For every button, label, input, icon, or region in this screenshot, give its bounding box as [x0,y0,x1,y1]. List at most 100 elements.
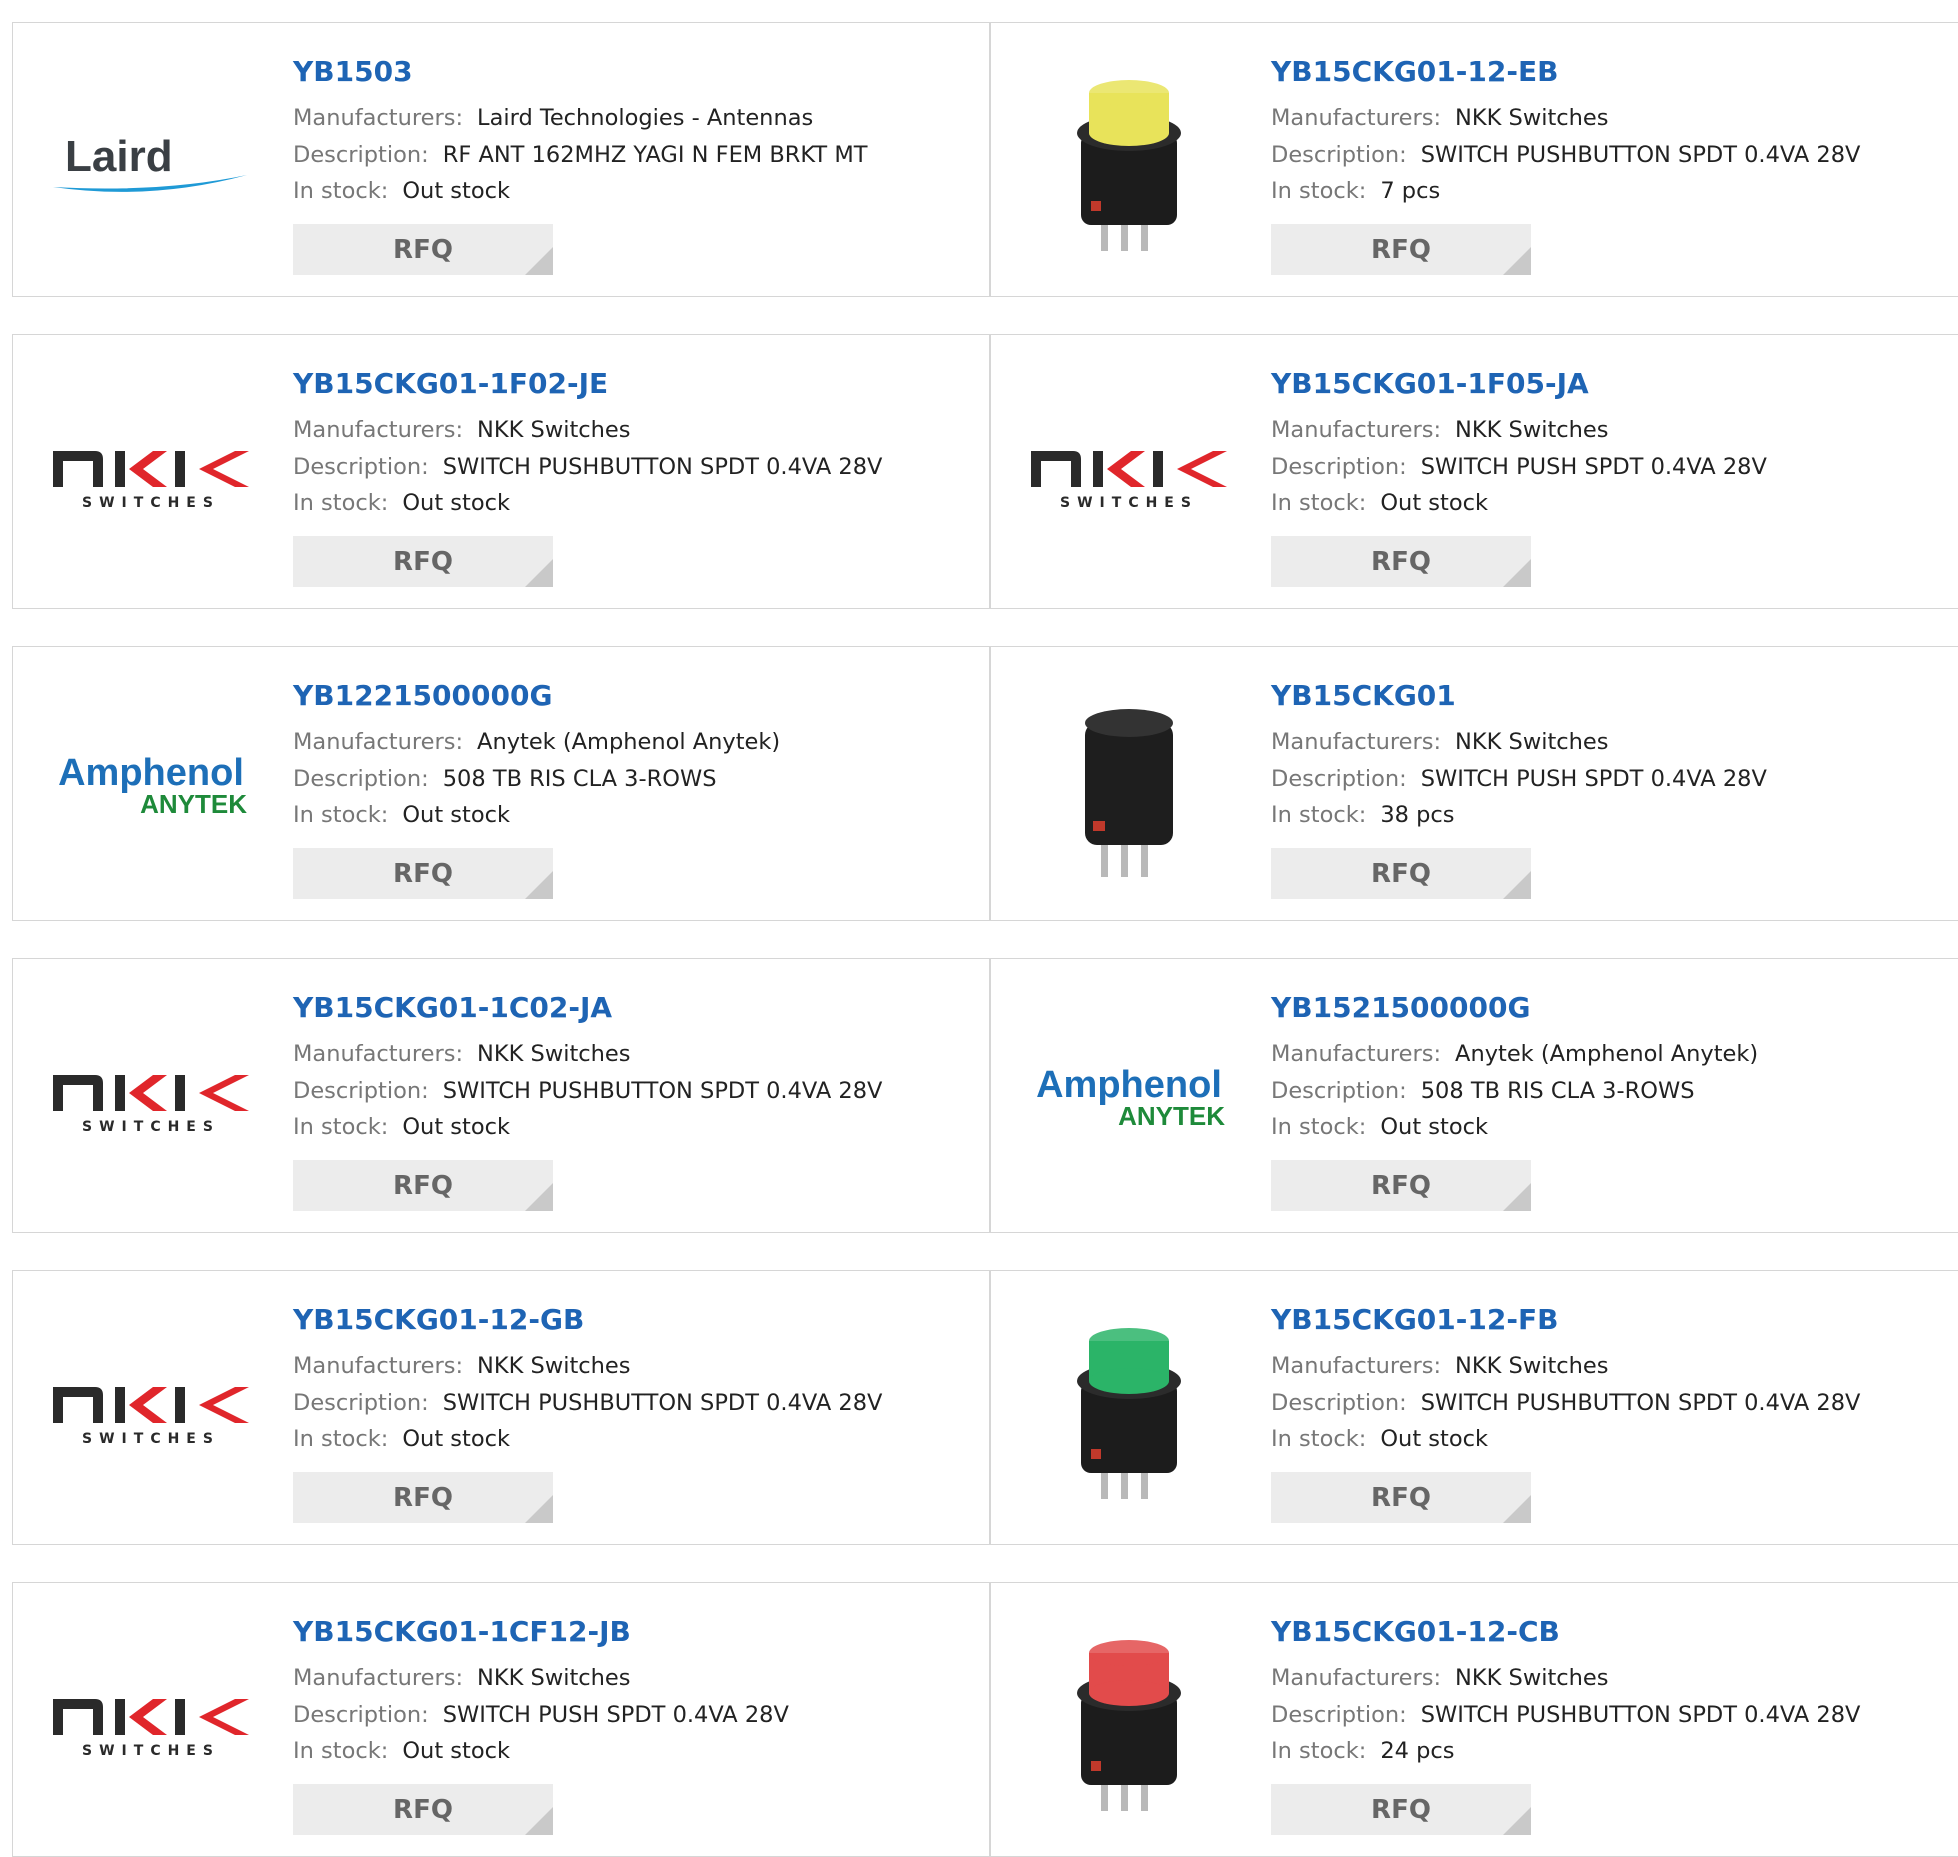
rfq-button[interactable]: RFQ [1271,536,1531,587]
laird-logo-text: Laird [65,132,173,181]
manufacturer-value: Anytek (Amphenol Anytek) [477,729,781,755]
rfq-label: RFQ [1371,1170,1431,1201]
product-image[interactable]: Laird [51,63,251,263]
part-number-link[interactable]: YB15CKG01-1CF12-JB [293,1615,631,1648]
rfq-button[interactable]: RFQ [293,1472,553,1523]
nkk-logo-text: SWITCHES [82,1431,220,1447]
rfq-button[interactable]: RFQ [293,1160,553,1211]
description-row: Description: 508 TB RIS CLA 3-ROWS [1271,1078,1694,1104]
product-image[interactable] [1029,687,1229,887]
part-number-link[interactable]: YB15CKG01 [1271,679,1456,712]
rfq-corner-decoration [1503,1183,1531,1211]
stock-label: In stock: [1271,178,1367,204]
rfq-button[interactable]: RFQ [1271,1784,1531,1835]
rfq-corner-decoration [525,871,553,899]
description-row: Description: 508 TB RIS CLA 3-ROWS [293,766,716,792]
manufacturer-row: Manufacturers: Anytek (Amphenol Anytek) [293,729,780,755]
product-image[interactable] [1029,1623,1229,1823]
rfq-button[interactable]: RFQ [1271,848,1531,899]
product-card: Amphenol ANYTEK YB1221500000G Manufacture… [12,646,990,921]
manufacturer-value: NKK Switches [1455,417,1609,443]
stock-value: Out stock [1380,1114,1488,1140]
rfq-label: RFQ [393,234,453,265]
description-label: Description: [1271,766,1407,792]
manufacturer-label: Manufacturers: [1271,1665,1442,1691]
description-label: Description: [1271,1078,1407,1104]
laird-logo: Laird [53,132,247,192]
nkk-logo: SWITCHES [53,1699,249,1759]
product-image[interactable]: Amphenol ANYTEK [51,687,251,887]
description-label: Description: [1271,142,1407,168]
product-image[interactable] [1029,1311,1229,1511]
description-row: Description: RF ANT 162MHZ YAGI N FEM BRK… [293,142,867,168]
description-row: Description: SWITCH PUSHBUTTON SPDT 0.4VA… [1271,1702,1860,1728]
manufacturer-value: NKK Switches [1455,1665,1609,1691]
product-image[interactable]: SWITCHES [51,999,251,1199]
manufacturer-row: Manufacturers: Laird Technologies - Anten… [293,105,813,131]
product-grid: Laird YB1503 Manufacturers: Laird Technol… [0,0,1958,1857]
nkk-logo-text: SWITCHES [1060,495,1198,511]
description-value: 508 TB RIS CLA 3-ROWS [1420,1078,1695,1104]
manufacturer-label: Manufacturers: [293,1353,464,1379]
part-number-link[interactable]: YB15CKG01-12-FB [1271,1303,1558,1336]
product-image[interactable] [1029,63,1229,263]
description-row: Description: SWITCH PUSHBUTTON SPDT 0.4VA… [293,1078,882,1104]
product-image[interactable]: SWITCHES [51,375,251,575]
part-number-link[interactable]: YB1221500000G [293,679,552,712]
part-number-link[interactable]: YB15CKG01-12-CB [1271,1615,1560,1648]
nkk-logo: SWITCHES [53,451,249,511]
description-value: RF ANT 162MHZ YAGI N FEM BRKT MT [442,142,868,168]
manufacturer-row: Manufacturers: NKK Switches [293,1041,631,1067]
part-number-link[interactable]: YB1521500000G [1271,991,1530,1024]
manufacturer-row: Manufacturers: NKK Switches [1271,1665,1609,1691]
part-number-link[interactable]: YB1503 [293,55,413,88]
manufacturer-row: Manufacturers: Anytek (Amphenol Anytek) [1271,1041,1758,1067]
stock-row: In stock: Out stock [293,1426,510,1452]
product-card: YB15CKG01-12-EB Manufacturers: NKK Switch… [990,22,1958,297]
part-number-link[interactable]: YB15CKG01-1F02-JE [293,367,608,400]
manufacturer-label: Manufacturers: [293,105,464,131]
manufacturer-label: Manufacturers: [1271,105,1442,131]
manufacturer-label: Manufacturers: [1271,1041,1442,1067]
stock-row: In stock: Out stock [293,1738,510,1764]
stock-value: Out stock [402,490,510,516]
product-image[interactable]: Amphenol ANYTEK [1029,999,1229,1199]
part-number-link[interactable]: YB15CKG01-12-GB [293,1303,584,1336]
rfq-button[interactable]: RFQ [293,848,553,899]
stock-row: In stock: Out stock [1271,490,1488,516]
product-image[interactable]: SWITCHES [1029,375,1229,575]
rfq-button[interactable]: RFQ [1271,224,1531,275]
rfq-label: RFQ [393,546,453,577]
rfq-button[interactable]: RFQ [293,536,553,587]
part-number-link[interactable]: YB15CKG01-1F05-JA [1271,367,1589,400]
rfq-label: RFQ [1371,1482,1431,1513]
product-image[interactable]: SWITCHES [51,1311,251,1511]
rfq-button[interactable]: RFQ [1271,1472,1531,1523]
product-card: SWITCHES YB15CKG01-1C02-JA Manufacturers… [12,958,990,1233]
rfq-button[interactable]: RFQ [1271,1160,1531,1211]
description-row: Description: SWITCH PUSHBUTTON SPDT 0.4VA… [293,1390,882,1416]
rfq-corner-decoration [1503,247,1531,275]
rfq-label: RFQ [1371,546,1431,577]
rfq-button[interactable]: RFQ [293,224,553,275]
stock-row: In stock: Out stock [293,490,510,516]
rfq-button[interactable]: RFQ [293,1784,553,1835]
description-label: Description: [293,454,429,480]
description-label: Description: [293,766,429,792]
manufacturer-row: Manufacturers: NKK Switches [1271,1353,1609,1379]
stock-value: Out stock [402,178,510,204]
description-value: SWITCH PUSHBUTTON SPDT 0.4VA 28V [1420,1390,1861,1416]
product-image[interactable]: SWITCHES [51,1623,251,1823]
stock-row: In stock: Out stock [293,1114,510,1140]
manufacturer-row: Manufacturers: NKK Switches [293,1665,631,1691]
manufacturer-label: Manufacturers: [293,1041,464,1067]
manufacturer-value: NKK Switches [477,1353,631,1379]
part-number-link[interactable]: YB15CKG01-1C02-JA [293,991,612,1024]
nkk-logo-text: SWITCHES [82,1119,220,1135]
product-card: SWITCHES YB15CKG01-1CF12-JB Manufacturer… [12,1582,990,1857]
description-value: SWITCH PUSHBUTTON SPDT 0.4VA 28V [1420,1702,1861,1728]
manufacturer-value: Anytek (Amphenol Anytek) [1455,1041,1759,1067]
part-number-link[interactable]: YB15CKG01-12-EB [1271,55,1558,88]
stock-label: In stock: [293,802,389,828]
stock-value: Out stock [402,1114,510,1140]
